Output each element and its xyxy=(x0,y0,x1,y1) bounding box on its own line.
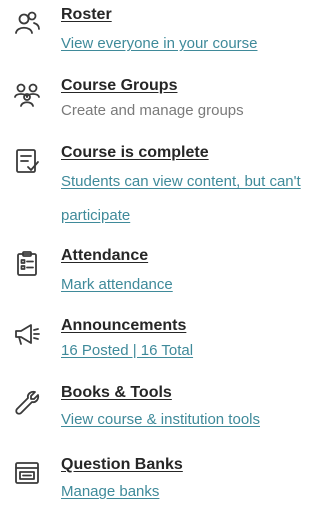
megaphone-icon xyxy=(12,319,42,349)
announcements-link[interactable]: Announcements xyxy=(61,315,331,337)
attendance-subtitle-link[interactable]: Mark attendance xyxy=(61,274,331,296)
users-icon xyxy=(12,8,42,38)
question-banks-subtitle-link[interactable]: Manage banks xyxy=(61,481,331,503)
nav-item-roster-text: Roster View everyone in your course xyxy=(61,4,331,55)
question-bank-icon xyxy=(12,458,42,488)
course-groups-subtitle: Create and manage groups xyxy=(61,102,244,119)
question-banks-link[interactable]: Question Banks xyxy=(61,454,331,476)
roster-link[interactable]: Roster xyxy=(61,4,331,26)
course-groups-link[interactable]: Course Groups xyxy=(61,75,331,97)
nav-item-attendance-text: Attendance Mark attendance xyxy=(61,245,331,296)
announcements-count-link[interactable]: 16 Posted | 16 Total xyxy=(61,340,331,362)
nav-item-course-groups-text: Course Groups Create and manage groups xyxy=(61,75,331,122)
groups-icon xyxy=(12,79,42,109)
nav-item-announcements-text: Announcements 16 Posted | 16 Total xyxy=(61,315,331,362)
course-status-subtitle-link[interactable]: Students can view content, but can't par… xyxy=(61,165,331,233)
books-tools-subtitle-link[interactable]: View course & institution tools xyxy=(61,409,331,431)
roster-subtitle-link[interactable]: View everyone in your course xyxy=(61,33,331,55)
nav-item-question-banks-text: Question Banks Manage banks xyxy=(61,454,331,503)
books-tools-link[interactable]: Books & Tools xyxy=(61,382,331,404)
attendance-link[interactable]: Attendance xyxy=(61,245,331,267)
wrench-icon xyxy=(12,388,42,418)
attendance-icon xyxy=(12,249,42,279)
nav-item-books-tools-text: Books & Tools View course & institution … xyxy=(61,382,331,431)
nav-item-course-status-text: Course is complete Students can view con… xyxy=(61,142,331,233)
course-status-link[interactable]: Course is complete xyxy=(61,142,331,164)
course-status-icon xyxy=(12,146,42,176)
course-details-nav: Roster View everyone in your course Cour… xyxy=(0,0,331,514)
